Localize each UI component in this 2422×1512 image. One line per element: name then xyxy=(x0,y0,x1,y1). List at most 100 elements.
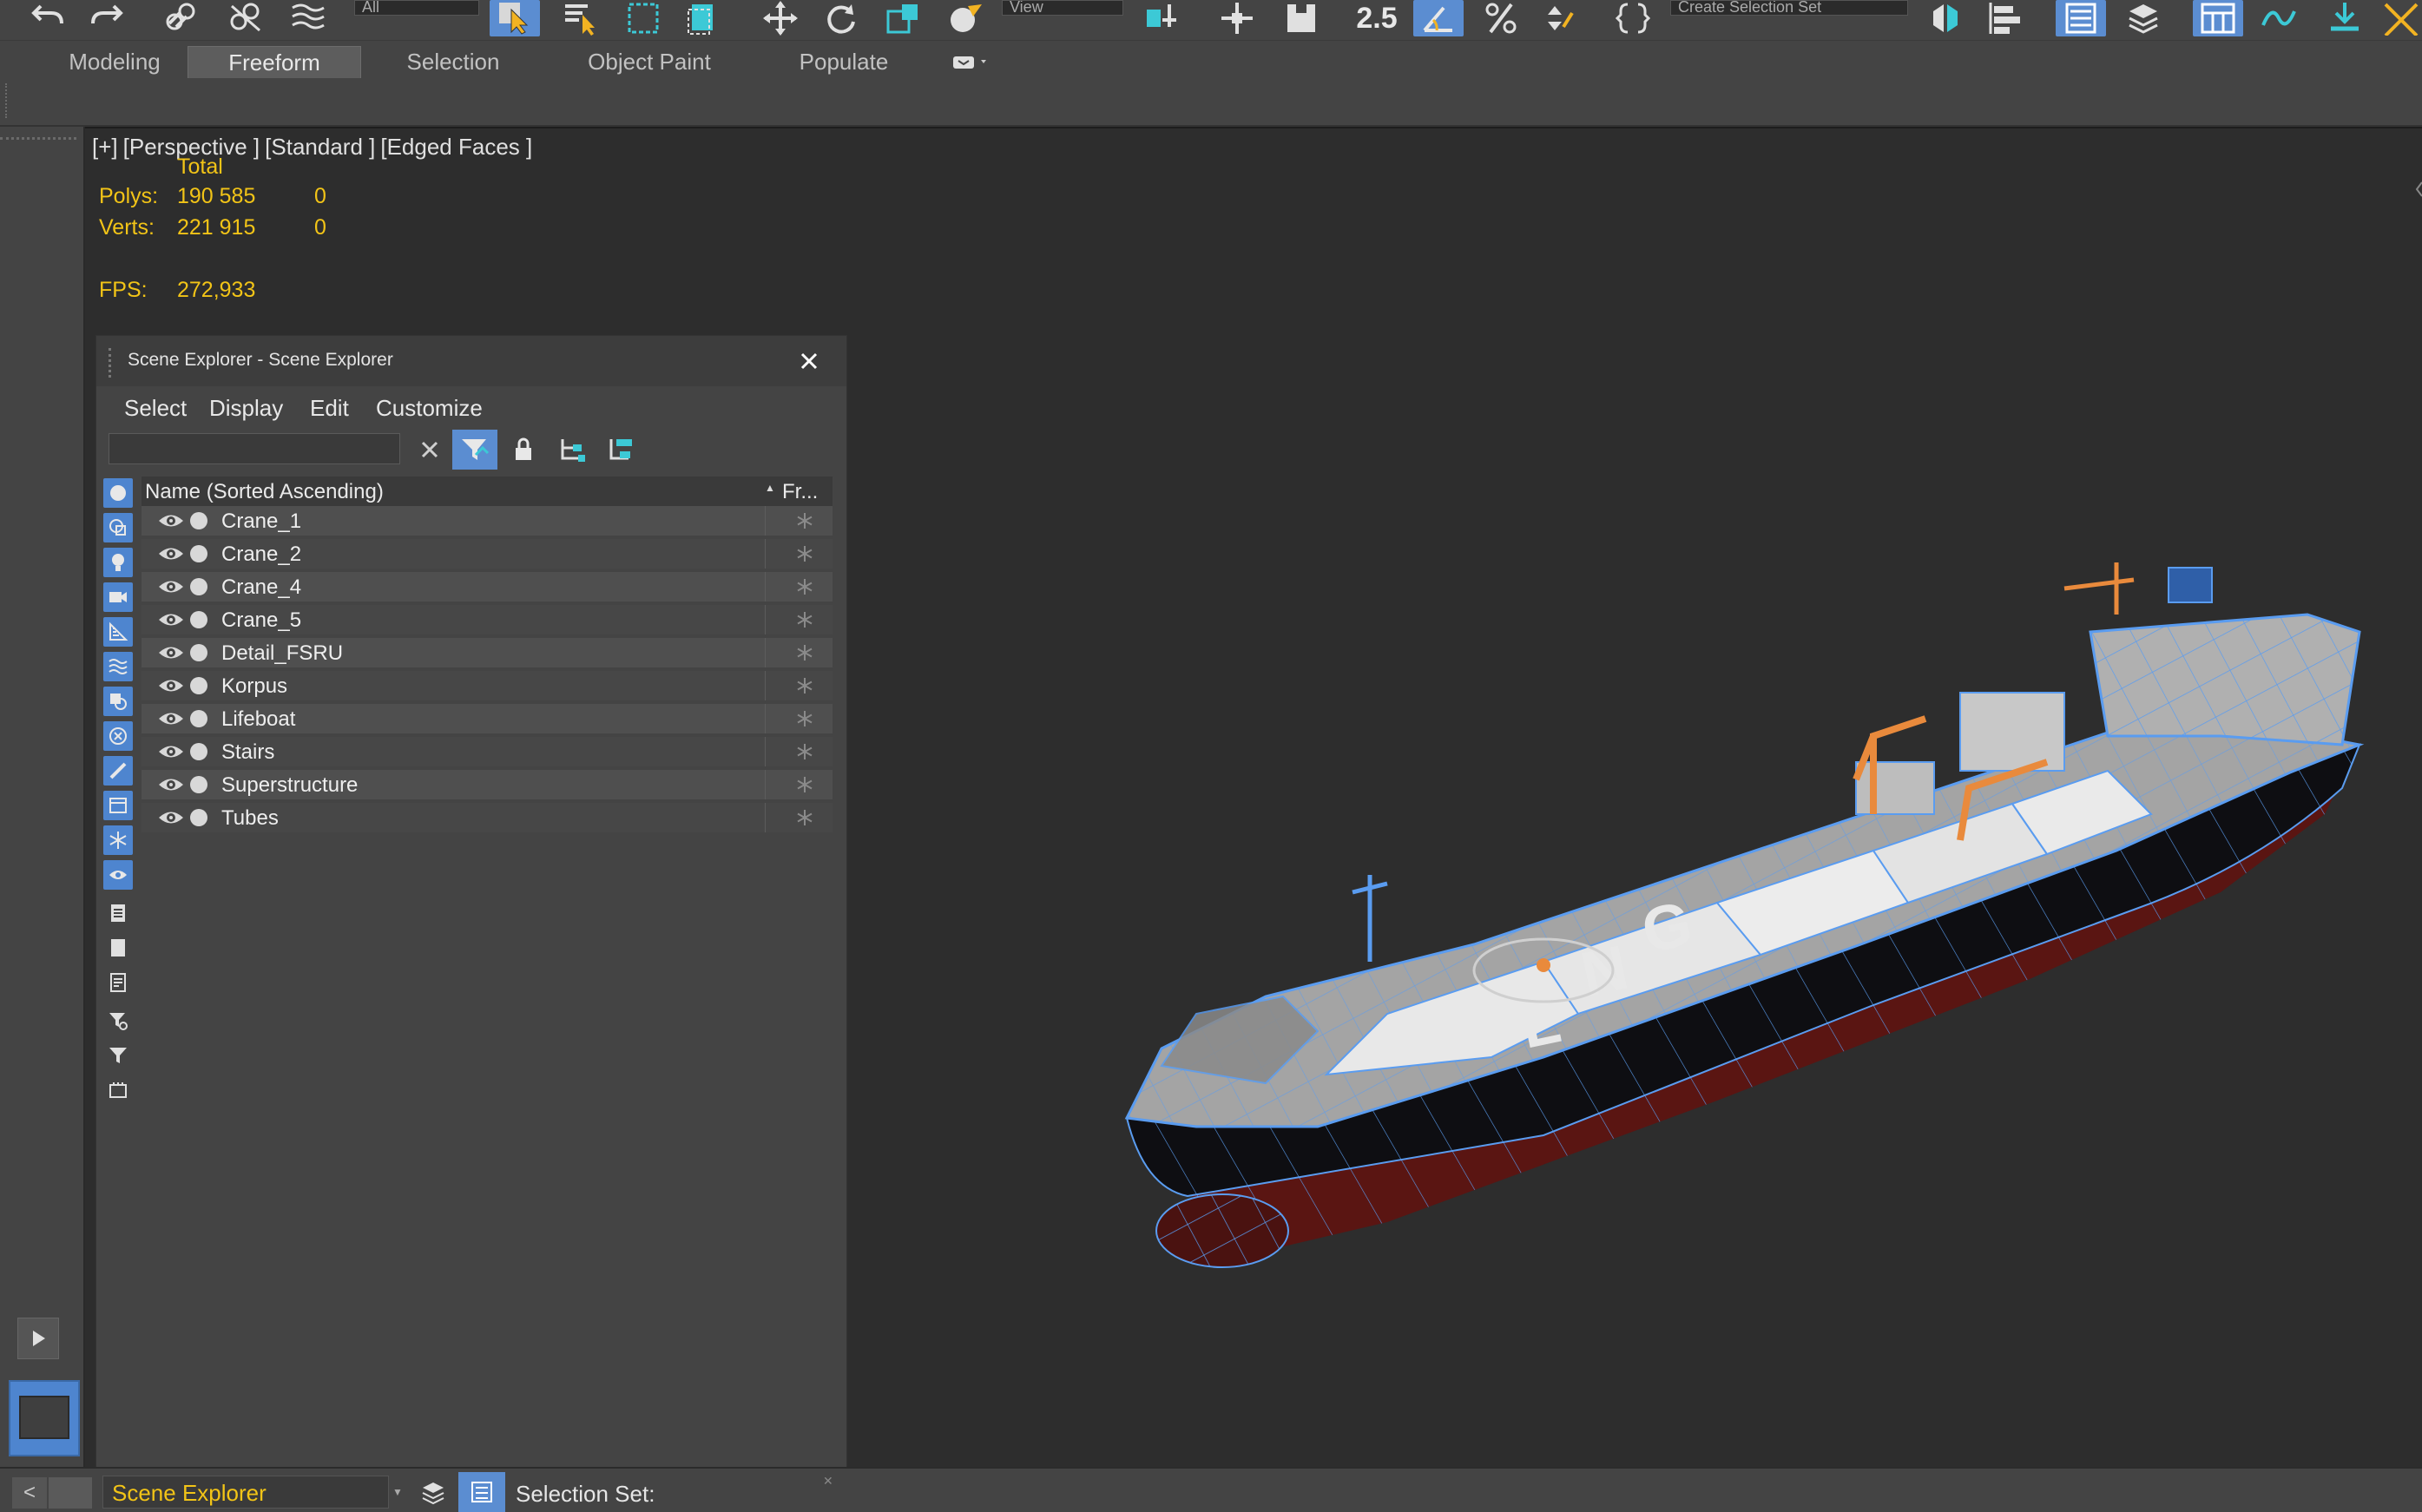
column-frozen-header[interactable]: Fr... xyxy=(782,480,818,504)
list-item[interactable]: Tubes xyxy=(142,803,833,832)
expand-button[interactable] xyxy=(17,1318,59,1359)
tab-modeling[interactable]: Modeling xyxy=(31,46,198,77)
object-name[interactable]: Stairs xyxy=(221,740,274,765)
helpers-filter-button[interactable] xyxy=(103,617,133,647)
reference-coordinate-dropdown[interactable]: View xyxy=(1002,0,1123,16)
filter-options-button[interactable] xyxy=(103,1075,133,1105)
visibility-eye-icon[interactable] xyxy=(157,775,185,794)
viewport-edges-menu[interactable]: [Edged Faces ] xyxy=(380,134,532,160)
groups-filter-button[interactable] xyxy=(103,687,133,716)
viewport-layout-button[interactable] xyxy=(9,1380,80,1456)
containers-filter-button[interactable] xyxy=(103,791,133,820)
filter-button[interactable] xyxy=(103,1041,133,1070)
object-name[interactable]: Superstructure xyxy=(221,773,358,798)
redo-button[interactable] xyxy=(82,0,132,36)
freeze-snowflake-icon[interactable] xyxy=(794,708,815,729)
freeze-snowflake-icon[interactable] xyxy=(794,807,815,828)
panel-grip[interactable] xyxy=(109,348,118,378)
tab-object-paint[interactable]: Object Paint xyxy=(556,46,743,77)
layer-view-button[interactable] xyxy=(598,430,643,470)
clear-search-button[interactable] xyxy=(407,430,452,470)
list-item[interactable]: Crane_4 xyxy=(142,572,833,602)
list-item[interactable]: Crane_5 xyxy=(142,605,833,634)
visibility-eye-icon[interactable] xyxy=(157,808,185,827)
lights-filter-button[interactable] xyxy=(103,548,133,577)
layers-button[interactable] xyxy=(413,1476,453,1510)
cameras-filter-button[interactable] xyxy=(103,582,133,612)
pivot-center-button[interactable] xyxy=(1137,0,1188,36)
select-manipulate-button[interactable] xyxy=(1212,0,1262,36)
visibility-eye-icon[interactable] xyxy=(157,577,185,596)
ribbon-toggle-button[interactable] xyxy=(2193,0,2243,36)
column-name-header[interactable]: Name (Sorted Ascending) xyxy=(145,480,384,504)
percent-snap-button[interactable] xyxy=(1476,0,1526,36)
close-small-icon[interactable]: ✕ xyxy=(823,1474,833,1489)
rect-region-button[interactable] xyxy=(618,0,668,36)
selection-set-button[interactable] xyxy=(458,1472,505,1512)
object-name[interactable]: Lifeboat xyxy=(221,707,295,732)
visibility-eye-icon[interactable] xyxy=(157,511,185,530)
list-item[interactable]: Superstructure xyxy=(142,770,833,799)
hidden-filter-button[interactable] xyxy=(103,860,133,890)
freeze-snowflake-icon[interactable] xyxy=(794,576,815,597)
freeze-snowflake-icon[interactable] xyxy=(794,774,815,795)
viewport-plus-menu[interactable]: [+] xyxy=(92,134,118,160)
scale-button[interactable] xyxy=(879,0,929,36)
invert-display-button[interactable] xyxy=(103,968,133,997)
align-button[interactable] xyxy=(1981,0,2031,36)
ribbon-options-icon[interactable] xyxy=(951,53,993,72)
freeze-snowflake-icon[interactable] xyxy=(794,741,815,762)
visibility-eye-icon[interactable] xyxy=(157,676,185,695)
rotate-button[interactable] xyxy=(816,0,866,36)
snaps-toggle-button[interactable]: 2.5 xyxy=(1349,0,1405,36)
unlink-button[interactable] xyxy=(220,0,271,36)
spacer-button[interactable] xyxy=(49,1477,92,1509)
tab-freeform[interactable]: Freeform xyxy=(188,46,361,78)
visibility-eye-icon[interactable] xyxy=(157,610,185,629)
close-button[interactable] xyxy=(794,346,824,376)
list-item[interactable]: Lifeboat xyxy=(142,704,833,733)
mirror-button[interactable] xyxy=(1920,0,1971,36)
scroll-left-button[interactable]: < xyxy=(12,1477,47,1509)
lng-carrier-model[interactable]: L N G xyxy=(1092,528,2377,1448)
freeze-snowflake-icon[interactable] xyxy=(794,609,815,630)
angle-snap-button[interactable] xyxy=(1413,0,1464,36)
menu-customize[interactable]: Customize xyxy=(376,395,483,422)
list-item[interactable]: Crane_2 xyxy=(142,539,833,569)
list-item[interactable]: Korpus xyxy=(142,671,833,700)
object-name[interactable]: Crane_4 xyxy=(221,575,301,600)
select-by-name-button[interactable] xyxy=(556,0,606,36)
scene-explorer-toggle-button[interactable] xyxy=(2056,0,2106,36)
spinner-snap-button[interactable] xyxy=(1535,0,1585,36)
list-item[interactable]: Stairs xyxy=(142,737,833,766)
object-name[interactable]: Crane_5 xyxy=(221,608,301,633)
frozen-filter-button[interactable] xyxy=(103,825,133,855)
hierarchy-view-button[interactable] xyxy=(550,430,595,470)
strip-grip[interactable] xyxy=(0,83,7,118)
edit-named-selection-button[interactable] xyxy=(1608,0,1658,36)
object-name[interactable]: Crane_2 xyxy=(221,542,301,567)
selection-filter-dropdown[interactable]: All xyxy=(354,0,479,16)
advanced-filter-button[interactable] xyxy=(103,1006,133,1035)
menu-display[interactable]: Display xyxy=(209,395,283,422)
list-item[interactable]: Detail_FSRU xyxy=(142,638,833,667)
object-name[interactable]: Detail_FSRU xyxy=(221,641,343,666)
freeze-snowflake-icon[interactable] xyxy=(794,675,815,696)
lock-button[interactable] xyxy=(501,430,546,470)
freeze-snowflake-icon[interactable] xyxy=(794,543,815,564)
scene-explorer-titlebar[interactable]: Scene Explorer - Scene Explorer xyxy=(96,336,846,386)
dock-grip[interactable] xyxy=(0,130,76,140)
menu-edit[interactable]: Edit xyxy=(310,395,349,422)
shapes-filter-button[interactable] xyxy=(103,513,133,542)
layer-explorer-button[interactable] xyxy=(2118,0,2169,36)
visibility-eye-icon[interactable] xyxy=(157,742,185,761)
viewport-label[interactable]: [+] [Perspective ] [Standard ] [Edged Faces… xyxy=(92,134,537,161)
geometry-filter-button[interactable] xyxy=(103,478,133,508)
explorer-dropdown-icon[interactable]: ▼ xyxy=(392,1486,403,1498)
schematic-view-button[interactable] xyxy=(2320,0,2370,36)
display-none-button[interactable] xyxy=(103,933,133,963)
object-name[interactable]: Crane_1 xyxy=(221,509,301,534)
visibility-eye-icon[interactable] xyxy=(157,643,185,662)
menu-select[interactable]: Select xyxy=(124,395,187,422)
xrefs-filter-button[interactable] xyxy=(103,721,133,751)
